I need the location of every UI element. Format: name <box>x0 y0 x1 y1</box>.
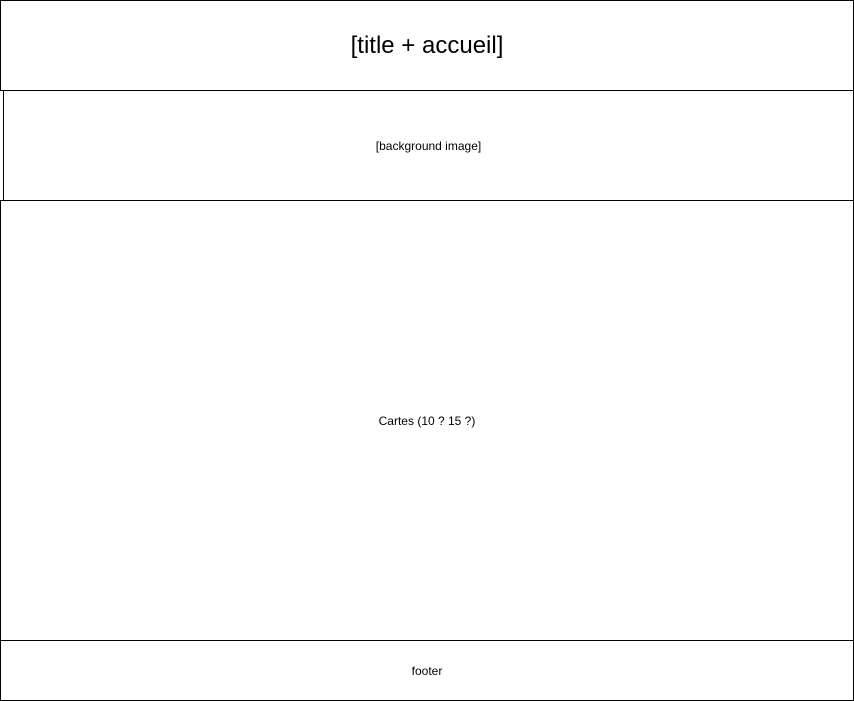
banner-image-block: [background image] <box>3 90 854 201</box>
header-label: [title + accueil] <box>350 31 504 59</box>
footer-label: footer <box>411 663 443 678</box>
cards-block: Cartes (10 ? 15 ?) <box>0 200 854 641</box>
footer-block: footer <box>0 640 854 701</box>
banner-label: [background image] <box>375 138 482 153</box>
header-block: [title + accueil] <box>0 0 854 91</box>
cards-label: Cartes (10 ? 15 ?) <box>378 413 476 428</box>
